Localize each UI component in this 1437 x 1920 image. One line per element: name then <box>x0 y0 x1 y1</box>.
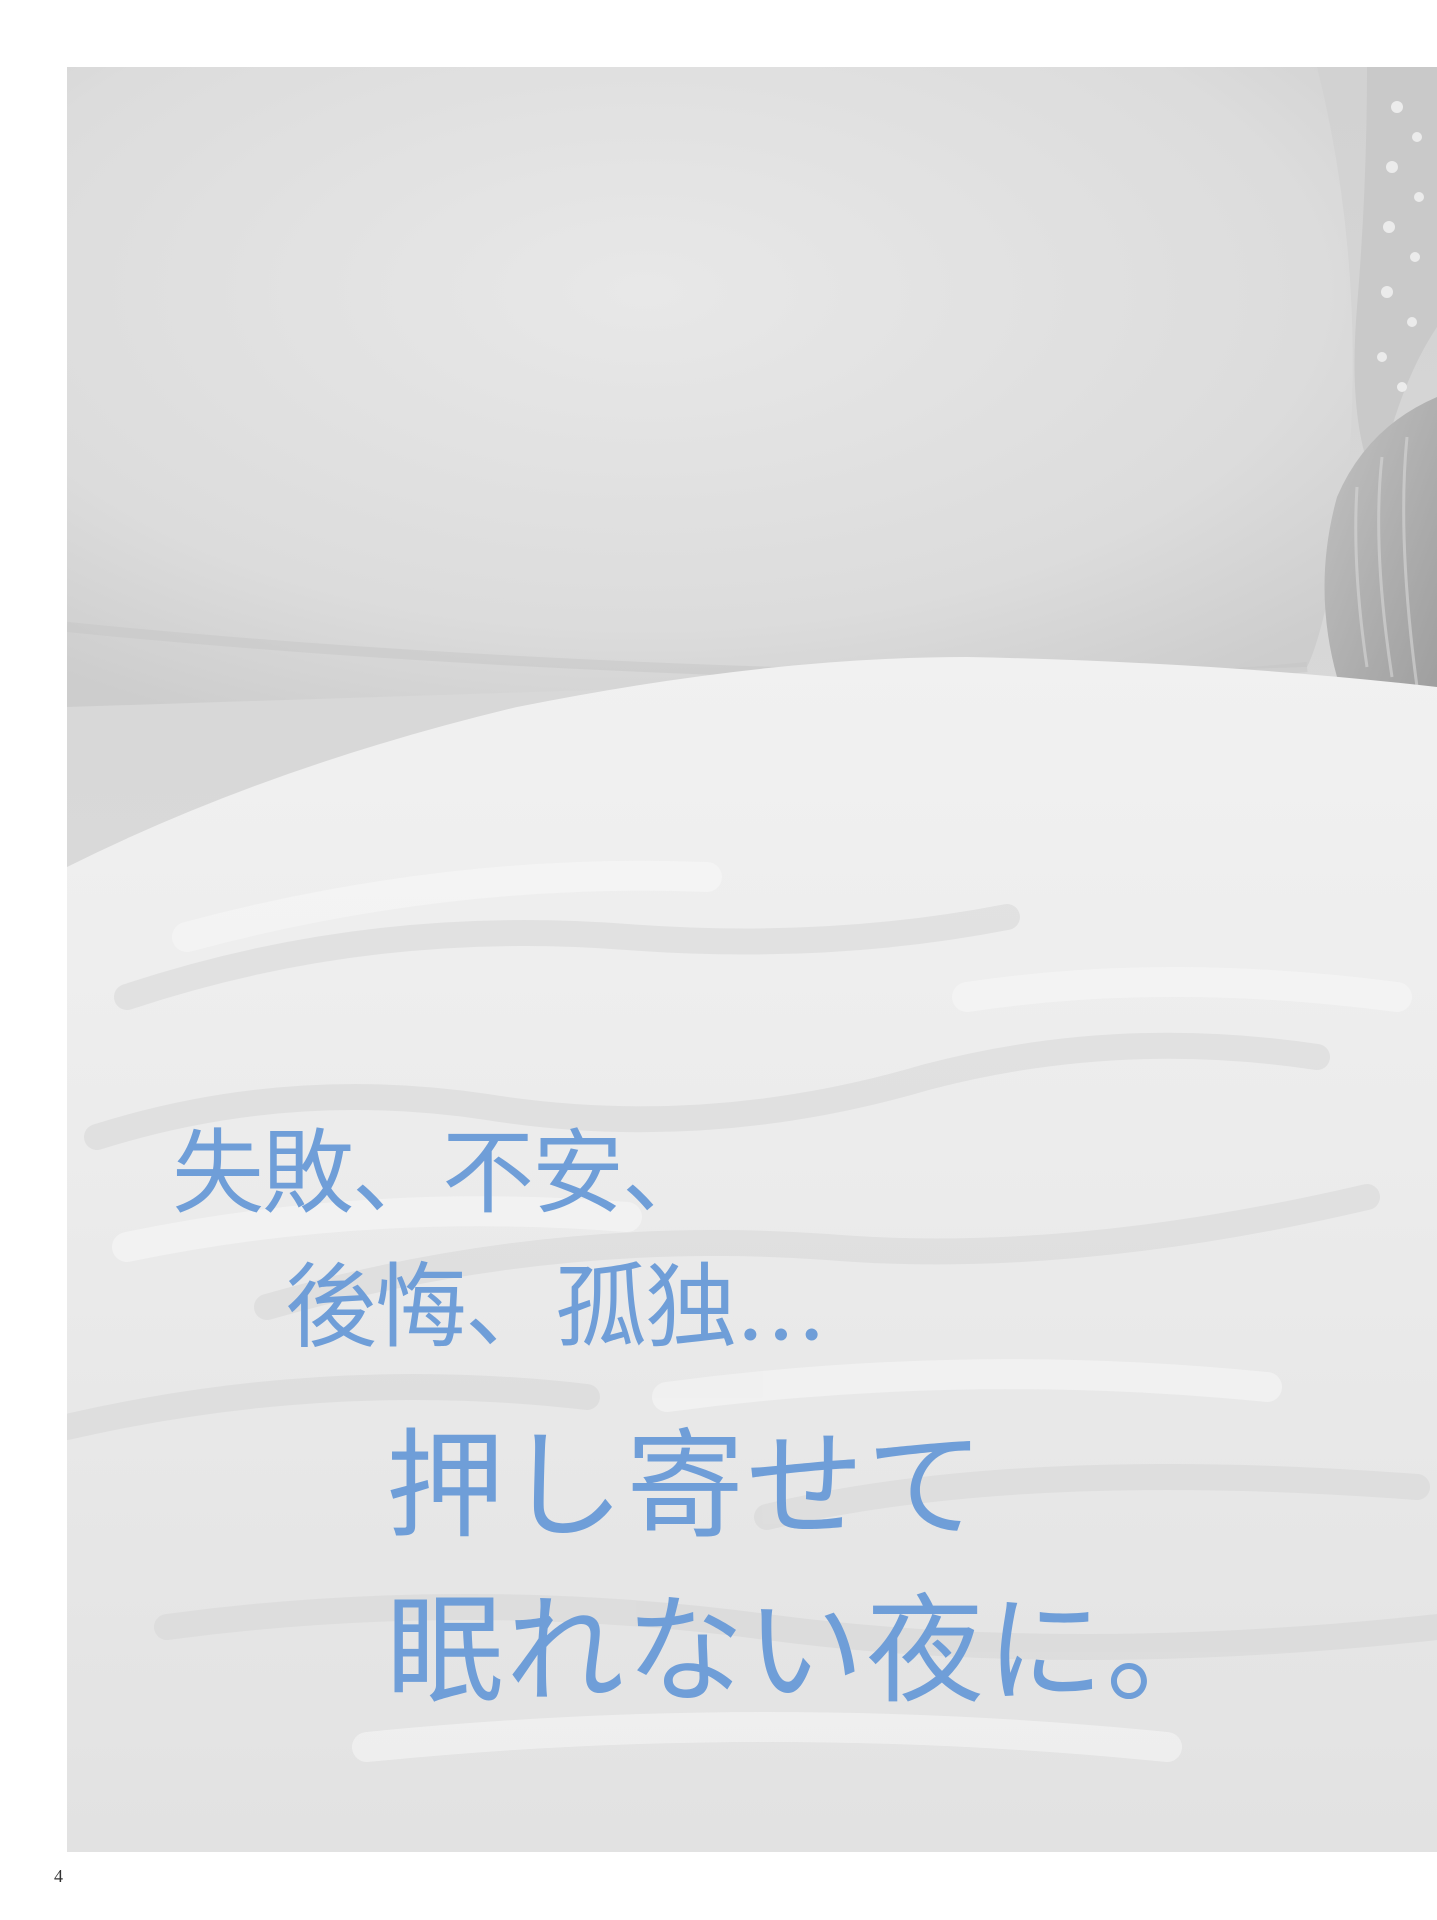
headline-line-3: 押し寄せて <box>386 1417 987 1555</box>
headline-line-1: 失敗、不安、 <box>172 1120 714 1227</box>
headline-line-2: 後悔、孤独… <box>285 1254 827 1361</box>
magazine-page: 失敗、不安、 後悔、孤独… 押し寄せて 眠れない夜に。 4 <box>0 0 1437 1920</box>
headline-line-4: 眠れない夜に。 <box>386 1582 1227 1720</box>
page-number: 4 <box>54 1866 63 1886</box>
